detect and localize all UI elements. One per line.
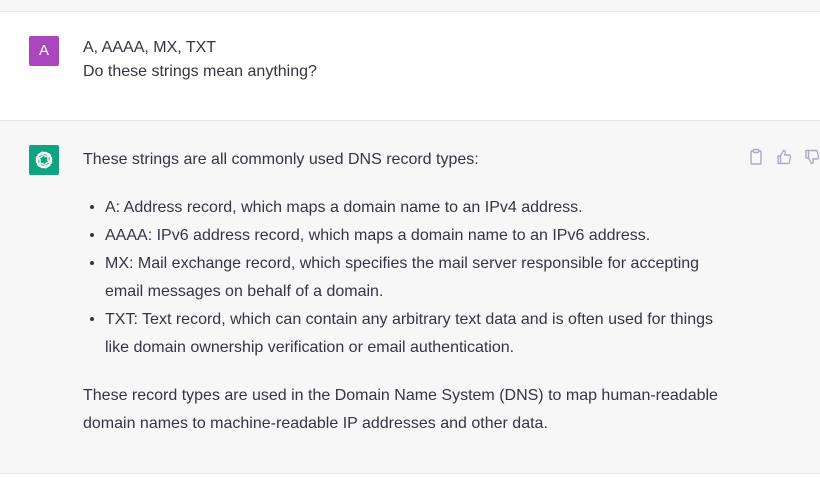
assistant-avatar [29,145,59,175]
user-message-line: Do these strings mean anything? [83,63,317,80]
user-message-line: A, AAAA, MX, TXT [83,39,217,56]
assistant-message-text: These strings are all commonly used DNS … [83,146,723,438]
thumbs-down-icon [805,149,820,165]
message-actions [745,148,820,166]
clipboard-icon [750,148,762,165]
list-item: AAAA: IPv6 address record, which maps a … [83,222,723,250]
previous-message-strip [0,0,820,12]
like-button[interactable] [775,148,795,166]
list-item: A: Address record, which maps a domain n… [83,194,723,222]
assistant-message: These strings are all commonly used DNS … [0,121,820,474]
thumbs-up-icon [777,149,792,165]
user-message-text: A, AAAA, MX, TXT Do these strings mean a… [83,36,317,84]
list-item: MX: Mail exchange record, which specifie… [83,250,723,306]
assistant-outro: These record types are used in the Domai… [83,387,718,432]
user-message: A A, AAAA, MX, TXT Do these strings mean… [0,12,820,121]
dns-record-list: A: Address record, which maps a domain n… [83,194,723,362]
assistant-intro: These strings are all commonly used DNS … [83,151,479,168]
user-avatar: A [29,36,59,66]
list-item: TXT: Text record, which can contain any … [83,306,723,362]
copy-button[interactable] [747,148,767,166]
dislike-button[interactable] [803,148,820,166]
openai-logo-icon [35,151,53,169]
